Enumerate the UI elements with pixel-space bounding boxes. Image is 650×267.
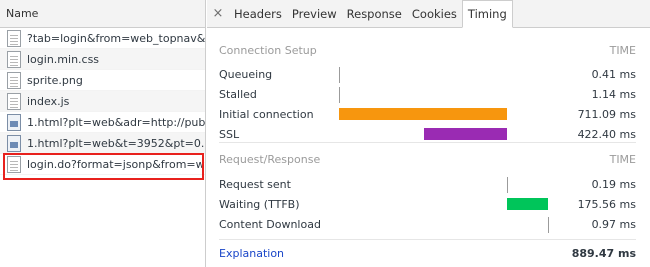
section-divider bbox=[219, 142, 636, 143]
request-list: ?tab=login&from=web_topnav&a... login.min… bbox=[0, 28, 205, 175]
close-icon[interactable]: × bbox=[207, 0, 229, 27]
tab-headers[interactable]: Headers bbox=[229, 0, 287, 27]
document-icon bbox=[7, 71, 21, 89]
timing-row-waiting-ttfb: Waiting (TTFB) 175.56 ms bbox=[219, 195, 636, 215]
timing-panel: Connection Setup TIME Queueing 0.41 ms Sta… bbox=[207, 29, 650, 267]
tab-response[interactable]: Response bbox=[342, 0, 407, 27]
request-name: 1.html?plt=web&adr=http://pub.a... bbox=[27, 115, 205, 129]
timing-label: Content Download bbox=[219, 218, 321, 231]
timing-label: Request sent bbox=[219, 178, 291, 191]
request-response-header: Request/Response TIME bbox=[219, 153, 636, 166]
tab-timing[interactable]: Timing bbox=[461, 0, 513, 28]
timing-row-stalled: Stalled 1.14 ms bbox=[219, 85, 636, 105]
timing-bar bbox=[507, 198, 548, 210]
timing-tick bbox=[548, 217, 550, 233]
timing-value: 0.41 ms bbox=[591, 68, 636, 81]
document-icon bbox=[7, 92, 21, 110]
timing-label: Queueing bbox=[219, 68, 273, 81]
request-row[interactable]: 1.html?plt=web&adr=http://pub.a... bbox=[0, 112, 205, 133]
name-column-header[interactable]: Name bbox=[0, 0, 205, 28]
timing-row-initial-connection: Initial connection 711.09 ms bbox=[219, 105, 636, 125]
timing-value: 711.09 ms bbox=[577, 108, 636, 121]
tab-list: Headers Preview Response Cookies Timing bbox=[229, 0, 513, 28]
document-icon bbox=[7, 155, 21, 173]
request-row[interactable]: login.do?format=jsonp&from=we... bbox=[0, 154, 205, 175]
timing-value: 0.19 ms bbox=[591, 178, 636, 191]
timing-tick bbox=[339, 87, 340, 103]
timing-value: 1.14 ms bbox=[591, 88, 636, 101]
request-list-panel: Name ?tab=login&from=web_topnav&a...logi… bbox=[0, 0, 206, 267]
request-row[interactable]: ?tab=login&from=web_topnav&a... bbox=[0, 28, 205, 49]
timing-value: 0.97 ms bbox=[591, 218, 636, 231]
request-response-title: Request/Response bbox=[219, 153, 321, 166]
request-row[interactable]: 1.html?plt=web&t=3952&pt=0.1... bbox=[0, 133, 205, 154]
section-divider bbox=[219, 239, 636, 240]
time-column-header: TIME bbox=[609, 153, 636, 166]
total-time: 889.47 ms bbox=[571, 247, 636, 260]
timing-value: 422.40 ms bbox=[577, 128, 636, 141]
timing-label: SSL bbox=[219, 128, 240, 141]
explanation-link[interactable]: Explanation bbox=[219, 247, 284, 260]
request-row[interactable]: login.min.css bbox=[0, 49, 205, 70]
timing-bar bbox=[339, 108, 507, 120]
connection-setup-title: Connection Setup bbox=[219, 44, 317, 57]
timing-label: Waiting (TTFB) bbox=[219, 198, 300, 211]
request-row[interactable]: index.js bbox=[0, 91, 205, 112]
image-icon bbox=[7, 113, 21, 131]
connection-setup-header: Connection Setup TIME bbox=[219, 44, 636, 57]
detail-tab-bar: × Headers Preview Response Cookies Timing bbox=[207, 0, 650, 28]
timing-tick bbox=[507, 177, 508, 193]
request-name: sprite.png bbox=[27, 73, 83, 87]
document-icon bbox=[7, 50, 21, 68]
request-name: ?tab=login&from=web_topnav&a... bbox=[27, 31, 205, 45]
timing-bar bbox=[424, 128, 507, 140]
timing-label: Stalled bbox=[219, 88, 257, 101]
time-column-header: TIME bbox=[609, 44, 636, 57]
request-name: index.js bbox=[27, 94, 70, 108]
tab-preview[interactable]: Preview bbox=[287, 0, 342, 27]
request-name: 1.html?plt=web&t=3952&pt=0.1... bbox=[27, 136, 205, 150]
timing-row-content-download: Content Download 0.97 ms bbox=[219, 215, 636, 235]
request-name: login.do?format=jsonp&from=we... bbox=[27, 157, 205, 171]
document-icon bbox=[7, 29, 21, 47]
timing-value: 175.56 ms bbox=[577, 198, 636, 211]
timing-label: Initial connection bbox=[219, 108, 314, 121]
timing-row-queueing: Queueing 0.41 ms bbox=[219, 65, 636, 85]
timing-tick bbox=[339, 67, 340, 83]
tab-cookies[interactable]: Cookies bbox=[407, 0, 462, 27]
image-icon bbox=[7, 134, 21, 152]
request-name: login.min.css bbox=[27, 52, 100, 66]
timing-row-request-sent: Request sent 0.19 ms bbox=[219, 175, 636, 195]
request-row[interactable]: sprite.png bbox=[0, 70, 205, 91]
